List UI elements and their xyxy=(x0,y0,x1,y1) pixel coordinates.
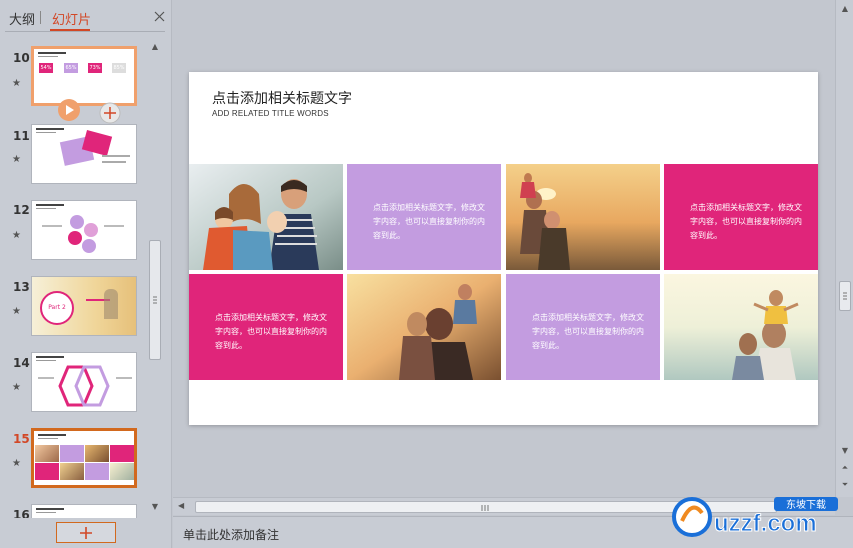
photo-cell[interactable] xyxy=(506,164,660,270)
thumbnail-row[interactable]: 16 xyxy=(0,504,146,518)
stat-badge: 73% xyxy=(88,63,102,73)
slide-thumbnail[interactable] xyxy=(31,428,137,488)
plus-icon xyxy=(80,526,92,539)
star-icon: ★ xyxy=(12,458,21,469)
vertical-scrollbar[interactable]: ▲ ▼ ⏶ ⏷ xyxy=(835,0,853,497)
thumbnail-list: 10 ★ 54% 65% 73% 85% 11 ★ 12 ★ 13 ★ Part… xyxy=(0,40,146,518)
thumbnail-scrollbar[interactable]: ▲ ▼ xyxy=(147,40,163,514)
scrollbar-thumb[interactable] xyxy=(839,281,851,311)
text-cell[interactable]: 点击添加相关标题文字，修改文字内容，也可以直接复制你的内容到此。 xyxy=(189,274,343,380)
thumbnail-row[interactable]: 13 ★ Part 2 xyxy=(0,276,146,340)
photo-cell[interactable] xyxy=(664,274,818,380)
text-cell[interactable]: 点击添加相关标题文字，修改文字内容，也可以直接复制你的内容到此。 xyxy=(664,164,818,270)
text-cell[interactable]: 点击添加相关标题文字，修改文字内容，也可以直接复制你的内容到此。 xyxy=(506,274,660,380)
slide-number: 11 xyxy=(13,129,30,143)
slide-number: 14 xyxy=(13,356,30,370)
slide-number: 15 xyxy=(13,432,30,446)
tab-slides[interactable]: 幻灯片 xyxy=(52,9,91,28)
scroll-down-icon[interactable]: ▼ xyxy=(150,502,160,511)
photo-cell[interactable] xyxy=(189,164,343,270)
family-sunset-photo xyxy=(347,274,501,380)
uzzf-logo: 东坡下载 uzzf.com xyxy=(672,497,838,538)
slide-editor: 点击添加相关标题文字 ADD RELATED TITLE WORDS 点击添加相… xyxy=(173,0,835,497)
thumbnail-row[interactable]: 12 ★ xyxy=(0,200,146,264)
beach-photo xyxy=(664,274,818,380)
thumbnail-row[interactable]: 10 ★ 54% 65% 73% 85% xyxy=(0,46,146,124)
watermark-text: uzzf.com xyxy=(714,510,817,537)
play-icon[interactable] xyxy=(57,98,81,122)
star-icon: ★ xyxy=(12,230,21,241)
add-icon[interactable] xyxy=(99,102,121,124)
panel-tabs: 大纲 幻灯片 xyxy=(0,0,172,34)
scroll-down-icon[interactable]: ▼ xyxy=(840,446,850,455)
scroll-up-icon[interactable]: ▲ xyxy=(840,4,850,13)
cell-text[interactable]: 点击添加相关标题文字，修改文字内容，也可以直接复制你的内容到此。 xyxy=(532,311,650,353)
text-cell[interactable]: 点击添加相关标题文字，修改文字内容，也可以直接复制你的内容到此。 xyxy=(347,164,501,270)
part-label: Part 2 xyxy=(40,291,74,325)
slide-number: 12 xyxy=(13,203,30,217)
cell-text[interactable]: 点击添加相关标题文字，修改文字内容，也可以直接复制你的内容到此。 xyxy=(373,201,491,243)
scroll-up-icon[interactable]: ▲ xyxy=(150,42,160,51)
thumbnail-row[interactable]: 14 ★ xyxy=(0,352,146,416)
slide-thumbnail[interactable] xyxy=(31,504,137,518)
sunset-photo xyxy=(506,164,660,270)
family-photo xyxy=(189,164,343,270)
star-icon: ★ xyxy=(12,382,21,393)
slide-number: 16 xyxy=(13,508,30,518)
thumbnail-row[interactable]: 11 ★ xyxy=(0,124,146,188)
star-icon: ★ xyxy=(12,154,21,165)
tab-outline[interactable]: 大纲 xyxy=(9,9,35,28)
close-icon[interactable] xyxy=(153,10,166,23)
slide-thumbnail[interactable]: 54% 65% 73% 85% xyxy=(31,46,137,106)
slide-thumbnail[interactable] xyxy=(31,200,137,260)
tab-separator xyxy=(40,11,41,24)
stat-badge: 54% xyxy=(39,63,53,73)
stat-badge: 65% xyxy=(64,63,78,73)
thumbnail-row[interactable]: 15 ★ xyxy=(0,428,146,492)
cell-text[interactable]: 点击添加相关标题文字，修改文字内容，也可以直接复制你的内容到此。 xyxy=(215,311,333,353)
slide-thumbnail[interactable] xyxy=(31,352,137,412)
tab-divider xyxy=(5,31,165,32)
scroll-left-icon[interactable]: ◀ xyxy=(178,501,184,510)
star-icon: ★ xyxy=(12,306,21,317)
slide-number: 13 xyxy=(13,280,30,294)
slide-subtitle[interactable]: ADD RELATED TITLE WORDS xyxy=(212,109,329,118)
slide-thumbnail[interactable]: Part 2 xyxy=(31,276,137,336)
site-watermark: 东坡下载 uzzf.com xyxy=(670,487,850,543)
photo-cell[interactable] xyxy=(347,274,501,380)
stat-badge: 85% xyxy=(112,63,126,73)
slide-title[interactable]: 点击添加相关标题文字 xyxy=(212,88,352,108)
slide-thumbnail[interactable] xyxy=(31,124,137,184)
add-slide-button[interactable] xyxy=(56,522,116,543)
previous-page-icon[interactable]: ⏶ xyxy=(840,463,850,473)
cell-text[interactable]: 点击添加相关标题文字，修改文字内容，也可以直接复制你的内容到此。 xyxy=(690,201,808,243)
slide-canvas[interactable]: 点击添加相关标题文字 ADD RELATED TITLE WORDS 点击添加相… xyxy=(189,72,818,425)
slides-panel: 大纲 幻灯片 10 ★ 54% 65% 73% 85% 11 ★ 12 ★ 13… xyxy=(0,0,172,548)
slide-number: 10 xyxy=(13,51,30,65)
scrollbar-thumb[interactable] xyxy=(149,240,161,360)
star-icon: ★ xyxy=(12,78,21,89)
notes-placeholder[interactable]: 单击此处添加备注 xyxy=(183,526,279,543)
